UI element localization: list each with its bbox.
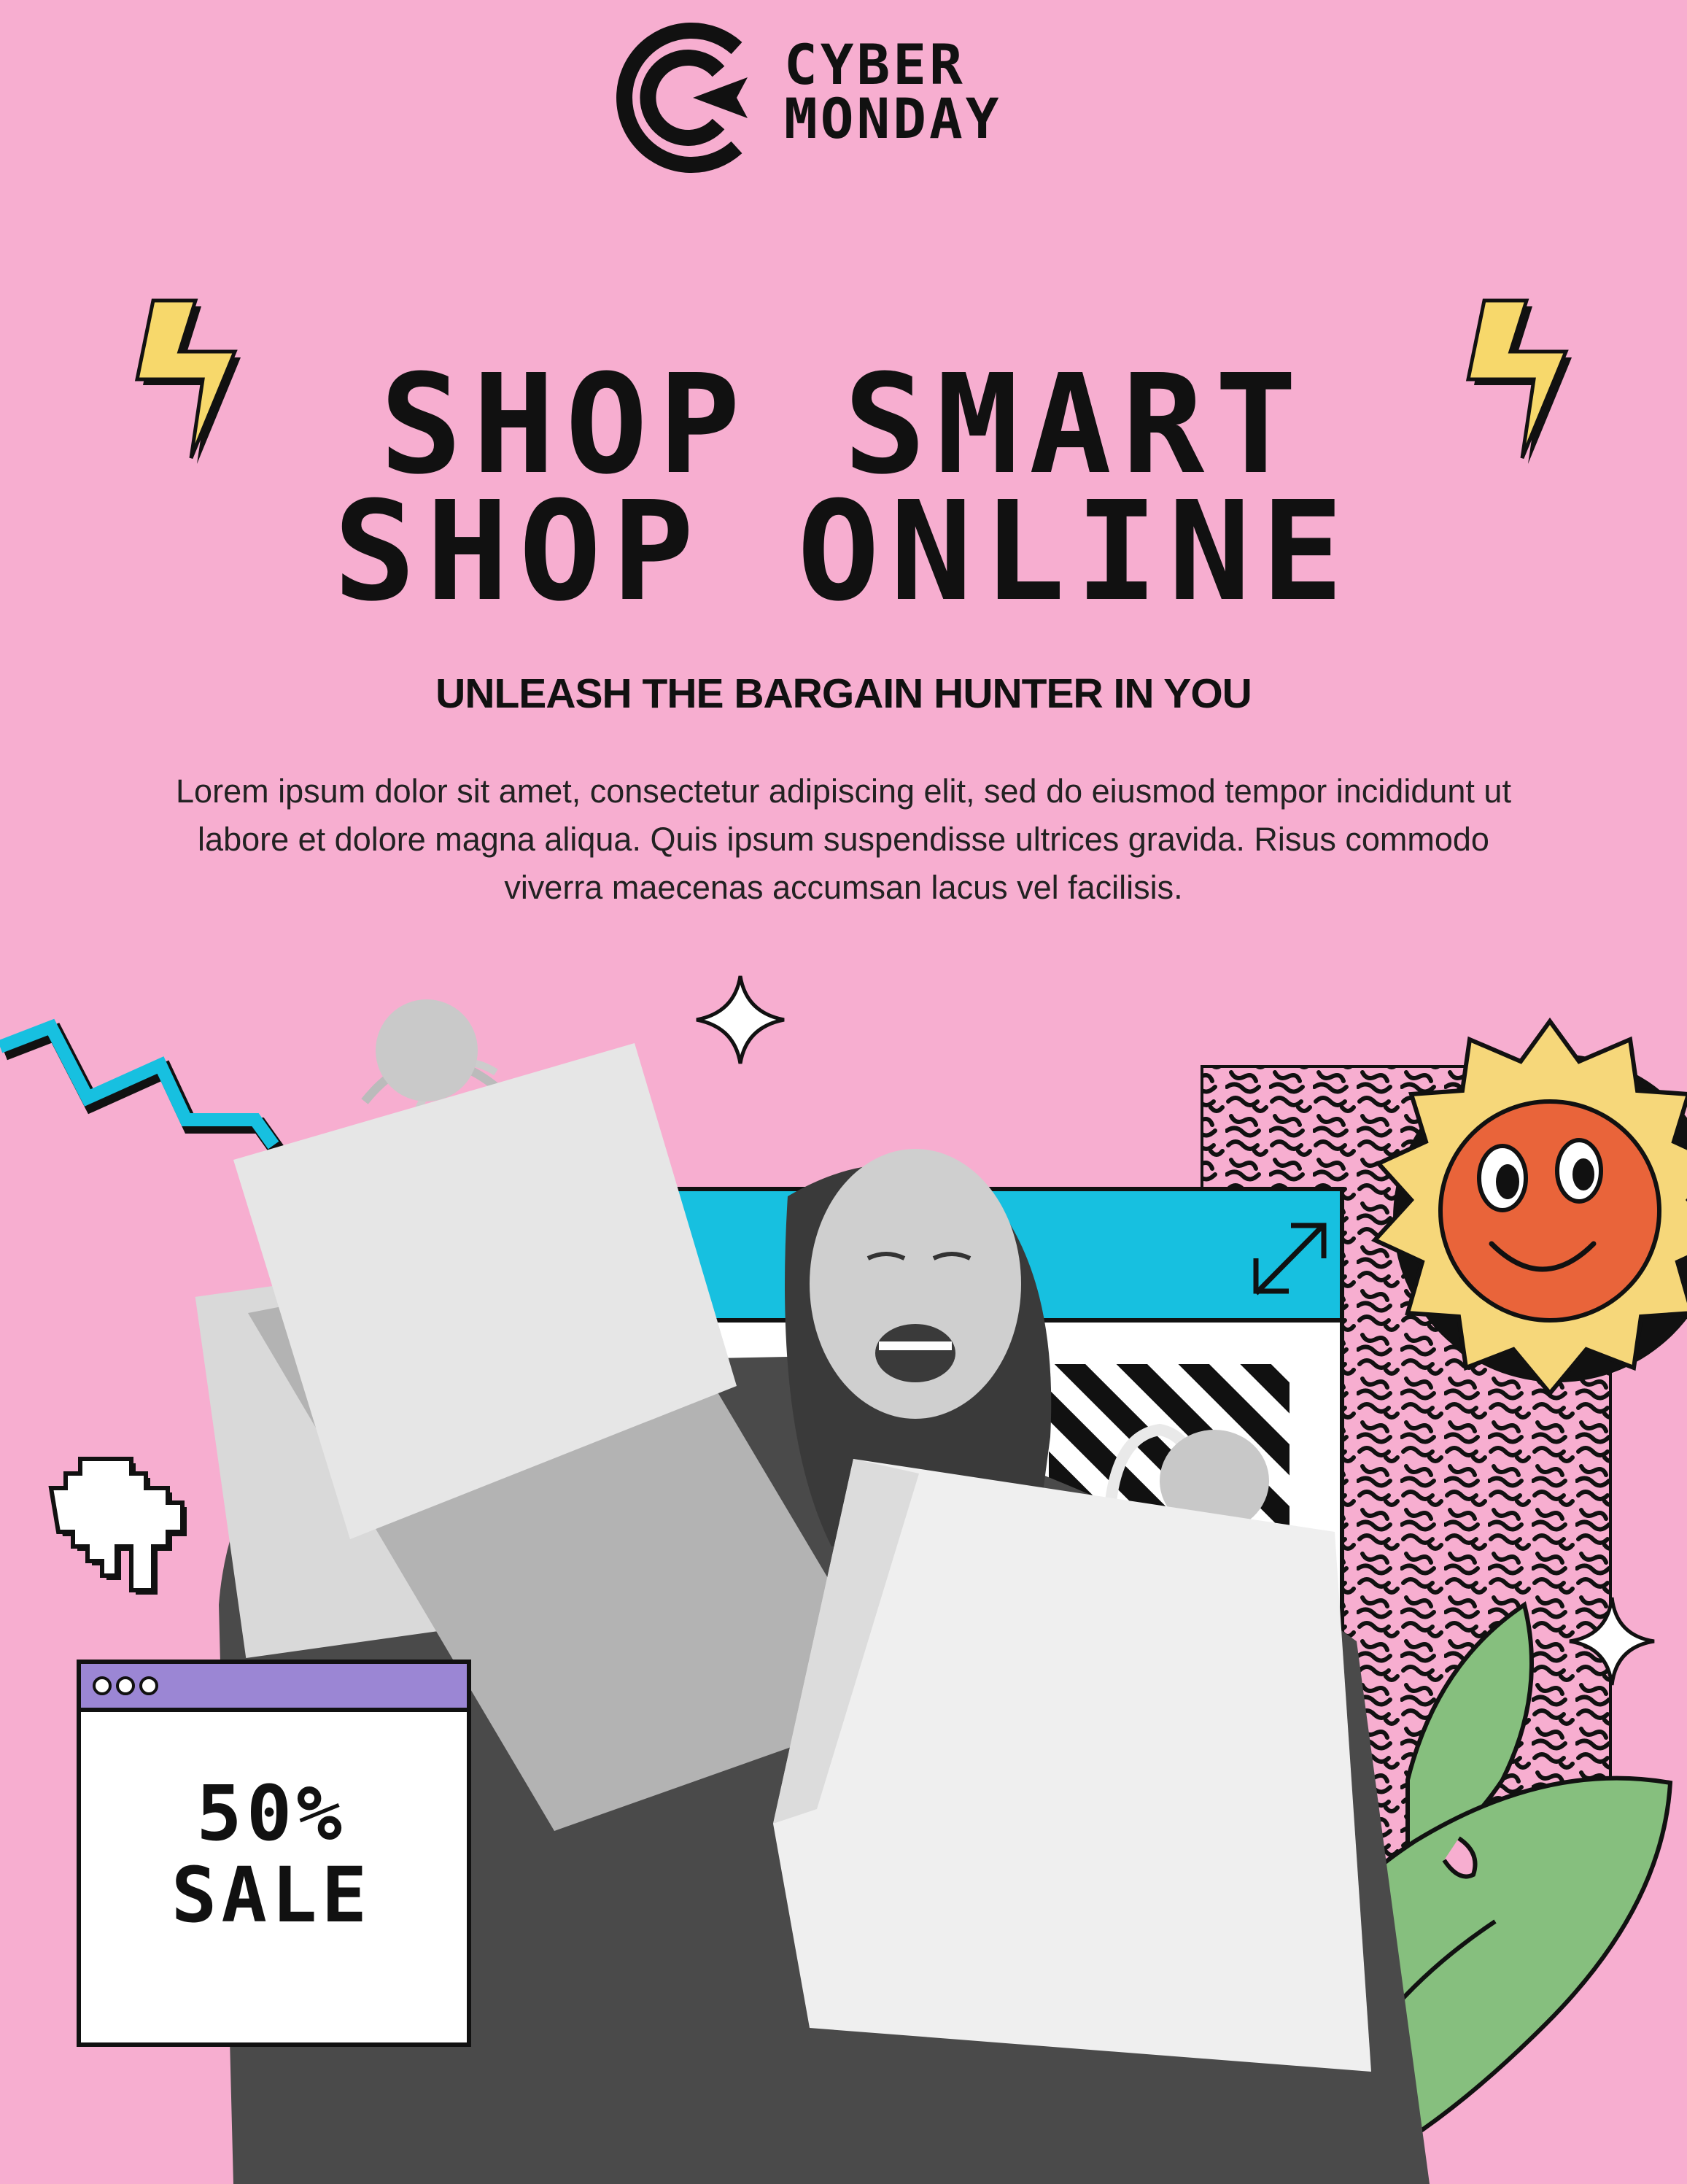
sale-badge-text: 50% SALE [82, 1773, 461, 1936]
shopping-bag-small-icon [773, 1423, 1371, 2072]
brand-name: CYBER MONDAY [784, 32, 1090, 151]
zigzag-line-icon [0, 1018, 284, 1156]
pointing-hand-cursor-icon [48, 1457, 187, 1595]
shopping-collage-illustration [0, 975, 1687, 2184]
body-paragraph: Lorem ipsum dolor sit amet, consectetur … [176, 772, 1511, 906]
brand-line-1: CYBER [784, 32, 966, 97]
sale-label: SALE [171, 1851, 372, 1940]
brand-line-2: MONDAY [784, 86, 1002, 151]
headline-line-1: SHOP SMART [379, 345, 1308, 505]
logo-mark-icon [616, 23, 748, 173]
sale-percent: 50% [196, 1769, 346, 1858]
subheading: UNLEASH THE BARGAIN HUNTER IN YOU [435, 670, 1252, 717]
headline-line-2: SHOP ONLINE [333, 472, 1354, 632]
sparkle-icon [696, 975, 785, 1064]
